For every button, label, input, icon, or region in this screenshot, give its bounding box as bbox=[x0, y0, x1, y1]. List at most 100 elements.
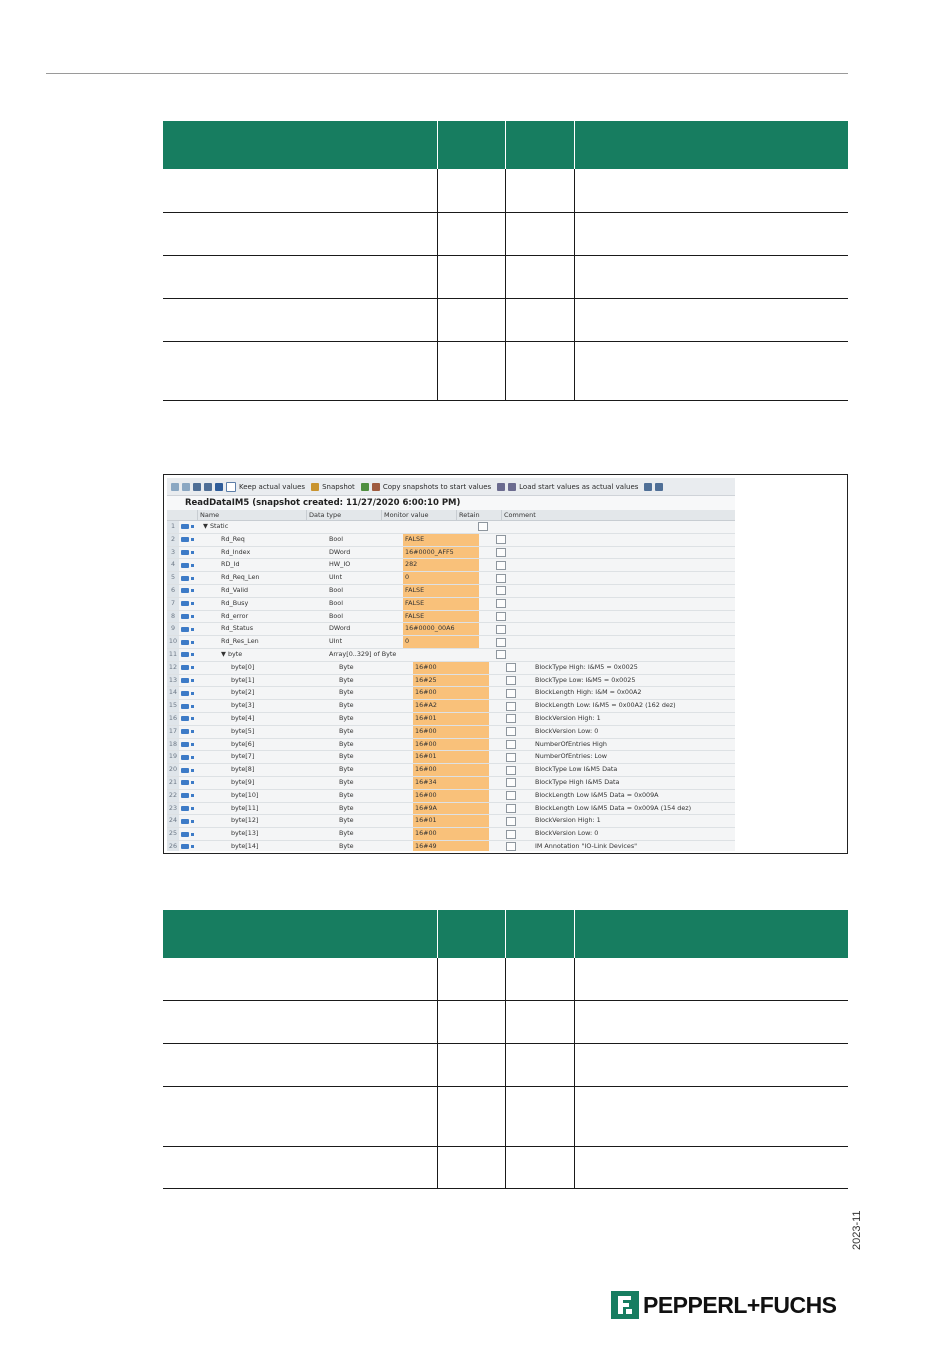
cell-name[interactable]: byte[7] bbox=[199, 751, 337, 763]
cell-name[interactable]: byte[0] bbox=[199, 662, 337, 674]
cell-data-type[interactable]: Byte bbox=[337, 687, 413, 699]
cell-monitor-value[interactable]: 16#00 bbox=[413, 661, 489, 674]
grid-row[interactable]: 24 byte[12] Byte 16#01 BlockVersion High: 1 bbox=[167, 815, 735, 829]
cell-name[interactable]: ▼ byte bbox=[199, 649, 327, 661]
grid-row[interactable]: 8 Rd_error Bool FALSE bbox=[167, 610, 735, 624]
toolbar-icon[interactable] bbox=[182, 482, 190, 491]
grid-row[interactable]: 16 byte[4] Byte 16#01 BlockVersion High: 1 bbox=[167, 712, 735, 726]
load-start-values-button[interactable]: Load start values as actual values bbox=[519, 483, 638, 491]
column-header-data-type[interactable]: Data type bbox=[306, 510, 381, 520]
cell-comment[interactable]: BlockVersion High: 1 bbox=[533, 815, 735, 827]
retain-checkbox[interactable] bbox=[489, 713, 533, 725]
retain-checkbox[interactable] bbox=[489, 739, 533, 751]
cell-monitor-value[interactable]: 16#01 bbox=[413, 712, 489, 725]
grid-row[interactable]: 4 RD_Id HW_IO 282 bbox=[167, 559, 735, 573]
grid-row[interactable]: 23 byte[11] Byte 16#9A BlockLength Low I&M5 … bbox=[167, 802, 735, 816]
retain-checkbox[interactable] bbox=[489, 726, 533, 738]
cell-monitor-value[interactable]: 16#0000_00A6 bbox=[403, 623, 479, 636]
grid-row[interactable]: 18 byte[6] Byte 16#00 NumberOfEntries High bbox=[167, 738, 735, 752]
cell-monitor-value[interactable]: 16#00 bbox=[413, 738, 489, 751]
cell-data-type[interactable]: Bool bbox=[327, 585, 403, 597]
keep-actual-values-button[interactable]: Keep actual values bbox=[239, 483, 305, 491]
grid-row[interactable]: 6 Rd_Valid Bool FALSE bbox=[167, 584, 735, 598]
cell-name[interactable]: Rd_Valid bbox=[199, 585, 327, 597]
snapshot-icon[interactable] bbox=[311, 482, 320, 491]
cell-name[interactable]: byte[14] bbox=[199, 841, 337, 851]
cell-name[interactable]: byte[13] bbox=[199, 828, 337, 840]
cell-comment[interactable]: IM Annotation "IO-Link Devices" bbox=[533, 841, 735, 851]
toolbar-icon[interactable] bbox=[215, 482, 223, 491]
retain-checkbox[interactable] bbox=[489, 700, 533, 712]
grid-row[interactable]: 19 byte[7] Byte 16#01 NumberOfEntries: Low bbox=[167, 751, 735, 765]
retain-checkbox[interactable] bbox=[479, 585, 523, 597]
cell-monitor-value[interactable]: 0 bbox=[403, 636, 479, 648]
retain-checkbox[interactable] bbox=[479, 534, 523, 546]
grid-row[interactable]: 5 Rd_Req_Len UInt 0 bbox=[167, 572, 735, 585]
grid-row[interactable]: 11 ▼ byte Array[0..329] of Byte bbox=[167, 648, 735, 662]
cell-comment[interactable] bbox=[523, 636, 735, 648]
retain-checkbox[interactable] bbox=[489, 828, 533, 840]
cell-comment[interactable]: BlockType High: I&M5 = 0x0025 bbox=[533, 662, 735, 674]
toolbar-icon[interactable] bbox=[644, 482, 653, 491]
retain-checkbox[interactable] bbox=[489, 687, 533, 699]
toolbar-icon[interactable] bbox=[655, 482, 664, 491]
retain-checkbox[interactable] bbox=[479, 559, 523, 571]
retain-checkbox[interactable] bbox=[479, 572, 523, 584]
cell-monitor-value[interactable] bbox=[385, 521, 461, 533]
cell-comment[interactable] bbox=[505, 521, 735, 533]
cell-data-type[interactable]: Byte bbox=[337, 713, 413, 725]
cell-comment[interactable]: BlockVersion Low: 0 bbox=[533, 828, 735, 840]
cell-monitor-value[interactable] bbox=[403, 649, 479, 661]
cell-monitor-value[interactable]: 16#00 bbox=[413, 764, 489, 776]
cell-name[interactable]: byte[1] bbox=[199, 675, 337, 687]
cell-comment[interactable] bbox=[523, 534, 735, 546]
cell-monitor-value[interactable]: FALSE bbox=[403, 584, 479, 597]
cell-data-type[interactable]: Bool bbox=[327, 534, 403, 546]
retain-checkbox[interactable] bbox=[489, 815, 533, 827]
column-header-retain[interactable]: Retain bbox=[456, 510, 501, 520]
cell-name[interactable]: byte[12] bbox=[199, 815, 337, 827]
cell-comment[interactable]: NumberOfEntries: Low bbox=[533, 751, 735, 763]
grid-row[interactable]: 7 Rd_Busy Bool FALSE bbox=[167, 597, 735, 611]
retain-checkbox[interactable] bbox=[479, 547, 523, 559]
cell-name[interactable]: byte[11] bbox=[199, 803, 337, 815]
retain-checkbox[interactable] bbox=[479, 623, 523, 635]
cell-name[interactable]: Rd_Index bbox=[199, 547, 327, 559]
cell-monitor-value[interactable]: 16#0000_AFF5 bbox=[403, 546, 479, 559]
grid-row[interactable]: 3 Rd_Index DWord 16#0000_AFF5 bbox=[167, 546, 735, 560]
cell-name[interactable]: byte[4] bbox=[199, 713, 337, 725]
copy-snapshots-button[interactable]: Copy snapshots to start values bbox=[383, 483, 491, 491]
cell-data-type[interactable]: UInt bbox=[327, 636, 403, 648]
toolbar-icon[interactable] bbox=[226, 481, 236, 492]
column-header-name[interactable]: Name bbox=[197, 510, 306, 520]
cell-name[interactable]: byte[3] bbox=[199, 700, 337, 712]
cell-data-type[interactable]: Byte bbox=[337, 841, 413, 851]
cell-name[interactable]: Rd_Status bbox=[199, 623, 327, 635]
toolbar-icon[interactable] bbox=[508, 482, 517, 491]
cell-monitor-value[interactable]: 16#00 bbox=[413, 725, 489, 738]
cell-name[interactable]: Rd_error bbox=[199, 611, 327, 623]
toolbar-icon[interactable] bbox=[193, 482, 201, 491]
grid-row[interactable]: 2 Rd_Req Bool FALSE bbox=[167, 533, 735, 547]
retain-checkbox[interactable] bbox=[489, 675, 533, 687]
cell-comment[interactable]: BlockLength Low I&M5 Data = 0x009A (154 … bbox=[533, 803, 735, 815]
cell-monitor-value[interactable]: 16#25 bbox=[413, 674, 489, 687]
grid-row[interactable]: 15 byte[3] Byte 16#A2 BlockLength Low: I&M5 … bbox=[167, 700, 735, 713]
cell-name[interactable]: Rd_Res_Len bbox=[199, 636, 327, 648]
cell-data-type[interactable]: DWord bbox=[327, 623, 403, 635]
cell-name[interactable]: byte[2] bbox=[199, 687, 337, 699]
cell-comment[interactable] bbox=[523, 649, 735, 661]
retain-checkbox[interactable] bbox=[489, 841, 533, 851]
cell-monitor-value[interactable]: 16#00 bbox=[413, 789, 489, 802]
cell-data-type[interactable]: Byte bbox=[337, 662, 413, 674]
cell-monitor-value[interactable]: FALSE bbox=[403, 533, 479, 546]
cell-monitor-value[interactable]: 16#49 bbox=[413, 840, 489, 851]
cell-monitor-value[interactable]: 282 bbox=[403, 559, 479, 572]
cell-comment[interactable] bbox=[523, 572, 735, 584]
cell-monitor-value[interactable]: FALSE bbox=[403, 597, 479, 610]
grid-row[interactable]: 13 byte[1] Byte 16#25 BlockType Low: I&M5 = … bbox=[167, 674, 735, 688]
cell-data-type[interactable]: Byte bbox=[337, 726, 413, 738]
cell-comment[interactable]: BlockLength Low: I&M5 = 0x00A2 (162 dez) bbox=[533, 700, 735, 712]
cell-data-type[interactable]: Byte bbox=[337, 675, 413, 687]
grid-row[interactable]: 26 byte[14] Byte 16#49 IM Annotation "IO-Lin… bbox=[167, 840, 735, 851]
